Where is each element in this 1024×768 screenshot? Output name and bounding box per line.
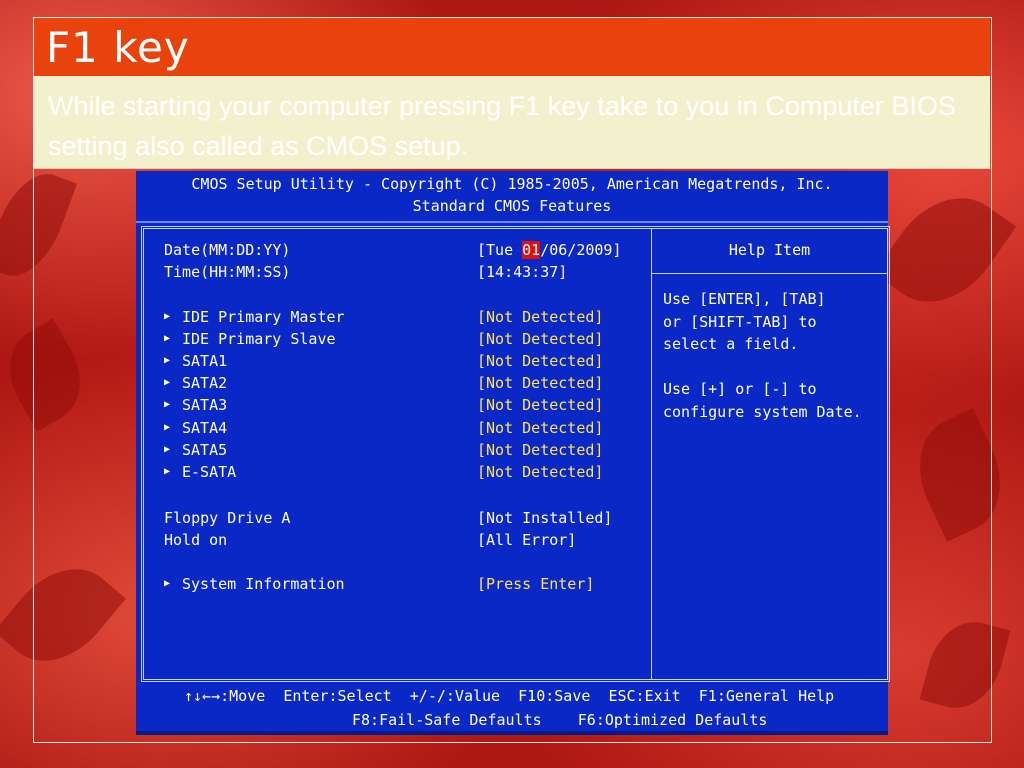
help-line: Use [ENTER], [TAB] bbox=[663, 290, 826, 308]
system-info-label: System Information bbox=[182, 575, 345, 593]
help-item-title: Help Item bbox=[728, 241, 811, 259]
system-info-value[interactable]: [Press Enter] bbox=[477, 573, 594, 595]
triangle-right-icon: ▶ bbox=[164, 311, 171, 322]
device-value: [Not Detected] bbox=[477, 441, 604, 459]
device-value: [Not Detected] bbox=[477, 330, 604, 348]
help-line: select a field. bbox=[663, 335, 799, 353]
bios-screenshot: CMOS Setup Utility - Copyright (C) 1985-… bbox=[136, 171, 890, 735]
help-text: Use [ENTER], [TAB] or [SHIFT-TAB] to selec… bbox=[663, 288, 862, 423]
help-line bbox=[663, 356, 862, 379]
key-legend-line1: ↑↓←→:Move Enter:Select +/-/:Value F10:Sa… bbox=[184, 687, 835, 705]
bios-header-divider bbox=[136, 221, 888, 223]
slide-title: F1 key bbox=[46, 23, 190, 72]
device-label: SATA2 bbox=[182, 374, 228, 392]
bios-header: CMOS Setup Utility - Copyright (C) 1985-… bbox=[136, 171, 888, 219]
time-label: Time(HH:MM:SS) bbox=[164, 263, 291, 281]
date-day: [Tue bbox=[477, 241, 523, 259]
triangle-right-icon: ▶ bbox=[164, 399, 171, 410]
triangle-right-icon: ▶ bbox=[164, 578, 171, 589]
triangle-right-icon: ▶ bbox=[164, 466, 171, 477]
device-value: [Not Detected] bbox=[477, 419, 604, 437]
bios-header-copyright: CMOS Setup Utility - Copyright (C) 1985-… bbox=[191, 175, 833, 193]
device-label: SATA1 bbox=[182, 352, 228, 370]
triangle-right-icon: ▶ bbox=[164, 377, 171, 388]
time-value[interactable]: [14:43:37] bbox=[477, 261, 567, 283]
device-value: [Not Detected] bbox=[477, 396, 604, 414]
device-label: SATA3 bbox=[182, 396, 228, 414]
triangle-right-icon: ▶ bbox=[164, 355, 171, 366]
help-line: or [SHIFT-TAB] to bbox=[663, 312, 817, 331]
floppy-value[interactable]: [Not Installed] bbox=[477, 507, 612, 529]
bios-bottom-edge bbox=[136, 731, 888, 735]
device-label: E-SATA bbox=[182, 463, 237, 481]
slide-subtitle-box: While starting your computer pressing F1… bbox=[34, 76, 990, 169]
device-label: SATA5 bbox=[182, 441, 228, 459]
help-line: Use [+] or [-] to bbox=[663, 380, 817, 398]
bios-panel-divider bbox=[651, 229, 652, 679]
device-value: [Not Detected] bbox=[477, 308, 604, 326]
date-value[interactable]: [Tue 01/06/2009] bbox=[477, 239, 622, 261]
date-month-selected[interactable]: 01 bbox=[522, 241, 541, 259]
bios-settings-panel: Date(MM:DD:YY) [Tue 01/06/2009] Time(HH:… bbox=[141, 226, 890, 682]
help-divider bbox=[652, 273, 887, 274]
device-label: IDE Primary Master bbox=[182, 308, 345, 326]
floppy-label: Floppy Drive A bbox=[164, 509, 291, 527]
bios-header-section: Standard CMOS Features bbox=[412, 197, 612, 215]
device-label: IDE Primary Slave bbox=[182, 330, 336, 348]
slide-subtitle: While starting your computer pressing F1… bbox=[48, 91, 956, 161]
help-line: configure system Date. bbox=[663, 402, 862, 421]
triangle-right-icon: ▶ bbox=[164, 444, 171, 455]
slide-title-bar: F1 key bbox=[34, 18, 990, 76]
device-value: [Not Detected] bbox=[477, 374, 604, 392]
triangle-right-icon: ▶ bbox=[164, 333, 171, 344]
device-value: [Not Detected] bbox=[477, 463, 604, 481]
triangle-right-icon: ▶ bbox=[164, 422, 171, 433]
device-value: [Not Detected] bbox=[477, 352, 604, 370]
date-label: Date(MM:DD:YY) bbox=[164, 241, 291, 259]
hold-on-label: Hold on bbox=[164, 531, 228, 549]
key-legend-line2: F8:Fail-Safe Defaults F6:Optimized Defau… bbox=[352, 711, 768, 729]
hold-on-value[interactable]: [All Error] bbox=[477, 529, 576, 551]
date-rest: /06/2009] bbox=[540, 241, 622, 259]
device-label: SATA4 bbox=[182, 419, 228, 437]
